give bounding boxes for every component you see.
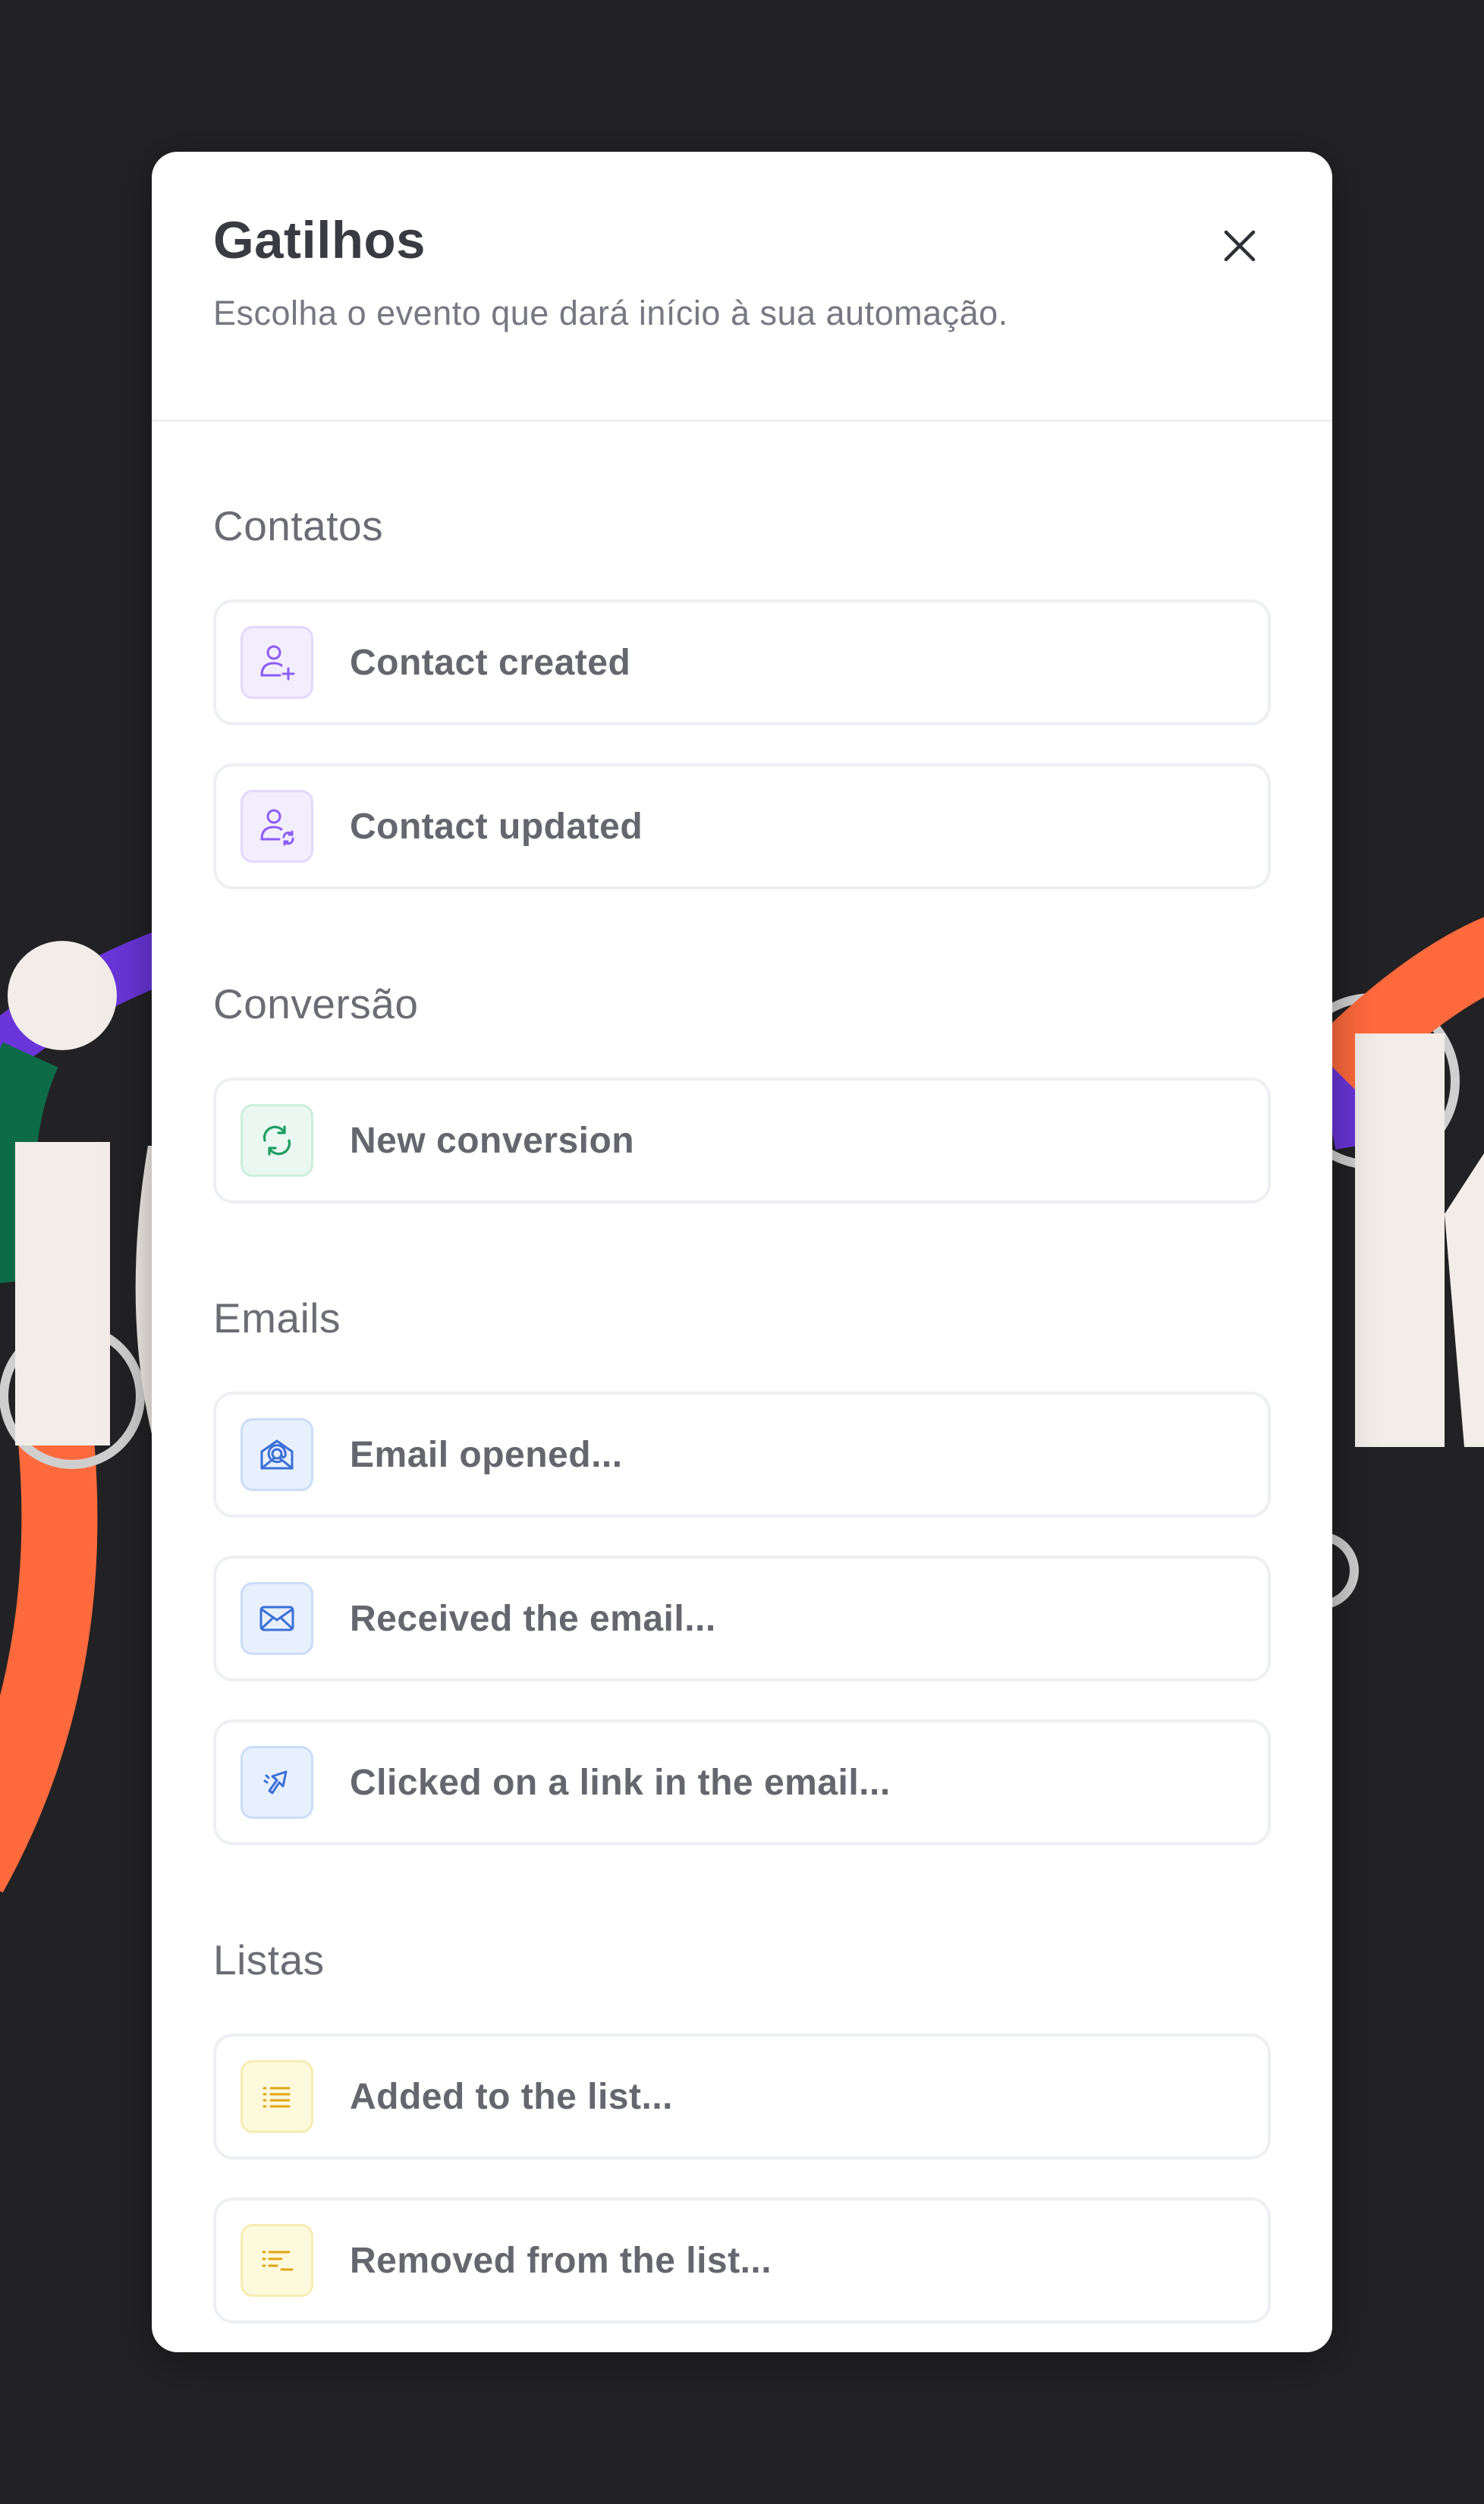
modal-title: Gatilhos: [213, 211, 426, 269]
deco-letter-k-leg: [1445, 1153, 1484, 1447]
trigger-contact-created[interactable]: Contact created: [213, 599, 1271, 725]
deco-cream-dot: [8, 941, 117, 1050]
section-list-conversao: New conversion: [213, 1077, 1271, 1203]
close-icon: [1224, 230, 1256, 262]
deco-letter-stem: [15, 1142, 110, 1445]
close-button[interactable]: [1203, 209, 1276, 282]
envelope-icon: [241, 1582, 313, 1655]
trigger-label: Removed from the list...: [350, 2240, 772, 2281]
user-plus-icon: [241, 626, 313, 699]
trigger-added-to-list[interactable]: Added to the list...: [213, 2034, 1271, 2160]
trigger-removed-from-list[interactable]: Removed from the list...: [213, 2197, 1271, 2323]
section-title-conversao: Conversão: [213, 980, 419, 1027]
trigger-received-email[interactable]: Received the email...: [213, 1556, 1271, 1681]
section-title-emails: Emails: [213, 1294, 341, 1342]
trigger-label: Email opened...: [350, 1434, 623, 1475]
section-list-emails: Email opened... Received the email... Cl…: [213, 1392, 1271, 1845]
user-refresh-icon: [241, 790, 313, 863]
trigger-label: Contact created: [350, 642, 631, 683]
section-list-contatos: Contact created Contact updated: [213, 599, 1271, 889]
modal-body: Contatos Contact created Contact updated…: [152, 501, 1332, 2323]
conversion-arrows-icon: [241, 1104, 313, 1177]
trigger-label: Clicked on a link in the email...: [350, 1762, 891, 1803]
trigger-label: New conversion: [350, 1120, 635, 1161]
trigger-label: Contact updated: [350, 806, 643, 847]
section-list-listas: Added to the list... Removed from the li…: [213, 2034, 1271, 2323]
deco-orange-arc: [0, 1407, 98, 1893]
triggers-modal: Gatilhos Escolha o evento que dará iníci…: [152, 152, 1332, 2352]
modal-subtitle: Escolha o evento que dará início à sua a…: [213, 294, 1008, 332]
trigger-clicked-link[interactable]: Clicked on a link in the email...: [213, 1719, 1271, 1845]
trigger-label: Received the email...: [350, 1598, 716, 1639]
email-open-icon: [241, 1418, 313, 1491]
modal-header: Gatilhos Escolha o evento que dará iníci…: [152, 152, 1332, 422]
section-title-contatos: Contatos: [213, 502, 384, 549]
list-icon: [241, 2060, 313, 2133]
trigger-new-conversion[interactable]: New conversion: [213, 1077, 1271, 1203]
trigger-contact-updated[interactable]: Contact updated: [213, 763, 1271, 889]
deco-letter-k-stem: [1355, 1033, 1445, 1447]
cursor-click-icon: [241, 1746, 313, 1819]
section-title-listas: Listas: [213, 1936, 325, 1983]
list-remove-icon: [241, 2224, 313, 2297]
trigger-email-opened[interactable]: Email opened...: [213, 1392, 1271, 1518]
trigger-label: Added to the list...: [350, 2076, 673, 2117]
